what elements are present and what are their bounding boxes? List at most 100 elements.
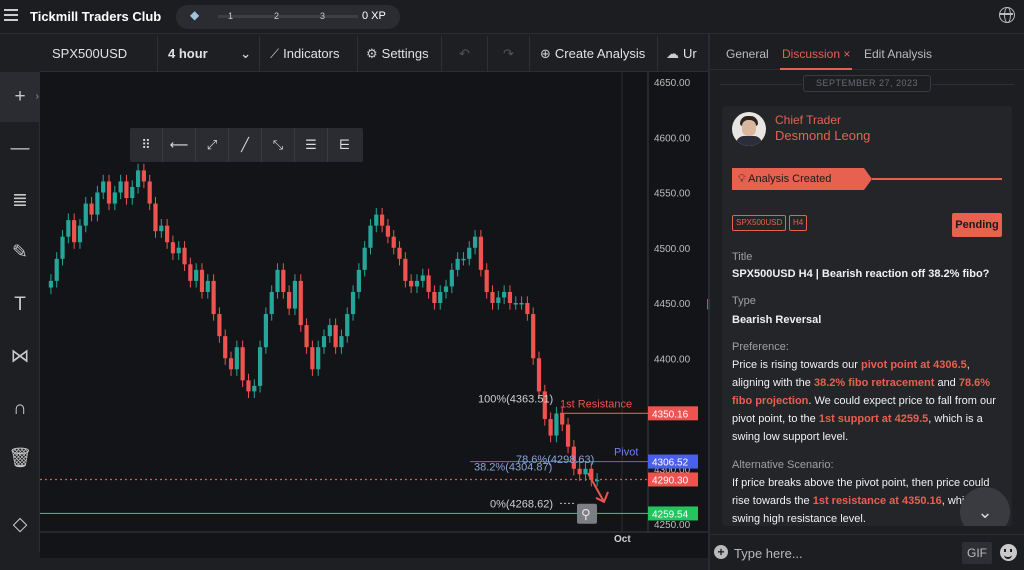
upload-label: Ur (683, 46, 697, 61)
candle-body (89, 203, 94, 215)
text-run: Price is rising towards our (732, 359, 861, 371)
create-analysis-button[interactable]: ⊕ Create Analysis (530, 36, 658, 72)
candle-body (211, 280, 216, 315)
level-price-label: 4306.52 (652, 458, 689, 469)
plus-circle-icon: ⊕ (540, 46, 551, 61)
analysis-title: SPX500USD H4 | Bearish reaction off 38.2… (732, 268, 990, 280)
crosshair-icon[interactable]: + › (0, 72, 40, 122)
candle-body (472, 236, 478, 248)
candle-body (217, 314, 222, 337)
y-tick-label: 4450.00 (654, 299, 691, 310)
gif-button[interactable]: GIF (962, 542, 992, 564)
candle-body (188, 264, 193, 281)
xp-track (218, 15, 358, 18)
tab-discussion[interactable]: Discussion × (782, 47, 850, 61)
candle-body (577, 468, 582, 475)
candle-body (83, 203, 88, 226)
candle-body (124, 181, 129, 199)
candle-body (106, 181, 112, 204)
gear-icon: ⚙ (366, 46, 378, 61)
drawing-tools-sidebar: + › — ≣ ✎ T ⋈ ∩ 🗑 ◇ (0, 72, 40, 552)
candle-body (118, 181, 123, 193)
brush-icon[interactable]: ✎ (0, 228, 40, 278)
candle-body (170, 242, 176, 254)
candle-body (414, 280, 420, 287)
upload-button[interactable]: ☁ Ur (658, 36, 708, 72)
chevron-right-icon: › (35, 91, 39, 102)
scroll-down-button[interactable]: ⌄ (960, 487, 1010, 526)
settings-button[interactable]: ⚙ Settings (358, 36, 442, 72)
candle-body (449, 269, 454, 287)
close-icon[interactable]: × (843, 47, 850, 61)
candle-body (432, 291, 437, 303)
candle-body (583, 468, 588, 475)
candle-body (77, 225, 83, 243)
level-2: 2 (274, 11, 280, 21)
chart-line-icon: ⟋ (270, 46, 280, 61)
candle-body (519, 303, 524, 305)
candle-body (176, 247, 181, 254)
chart-toolbar: SPX500USD 4 hour ⌄ ⟋ Indicators ⚙ Settings… (40, 36, 708, 72)
highlight-resistance: 1st resistance at 4350.16 (812, 495, 942, 507)
divider-line (720, 84, 802, 85)
candle-body (554, 413, 559, 436)
pattern-icon[interactable]: ⋈ (0, 332, 40, 382)
fib-levels-icon[interactable]: ≣ (0, 176, 40, 226)
candle-body (507, 291, 513, 303)
redo-button[interactable]: ↷ (488, 36, 530, 72)
y-tick-label: 4500.00 (654, 244, 691, 255)
type-label: Type (732, 295, 756, 307)
candle-body (292, 280, 298, 309)
undo-button[interactable]: ↶ (442, 36, 488, 72)
preference-label: Preference: (732, 341, 789, 353)
magnet-icon[interactable]: ∩ (0, 384, 40, 434)
y-tick-label: 4550.00 (654, 189, 691, 200)
avatar (732, 112, 766, 146)
timeframe-tag: H4 (789, 215, 808, 231)
projection-arrow (587, 472, 605, 503)
candle-body (101, 181, 106, 193)
candle-body (380, 214, 385, 226)
emoji-icon[interactable] (1000, 544, 1017, 561)
active-tab-indicator (780, 68, 852, 70)
candle-body (141, 170, 146, 182)
candle-body (153, 203, 158, 232)
trash-icon[interactable]: 🗑 (0, 434, 40, 484)
channel-icon[interactable]: ⋿ (328, 128, 361, 162)
message-composer: + GIF (710, 534, 1024, 570)
path-icon[interactable]: ⤡ (262, 128, 295, 162)
layers-icon[interactable]: ◇ (0, 500, 40, 550)
candle-body (531, 314, 536, 359)
globe-icon[interactable] (999, 7, 1015, 23)
upload-cloud-icon: ☁ (666, 46, 679, 61)
create-analysis-label: Create Analysis (554, 46, 646, 61)
candle-body (240, 347, 245, 381)
analysis-card: Chief Trader Desmond Leong 💡︎ Analysis C… (722, 106, 1012, 526)
menu-icon[interactable] (4, 9, 18, 23)
ray-icon[interactable]: ⟵ (163, 128, 196, 162)
drag-handle-icon[interactable]: ⠿ (130, 128, 163, 162)
line-icon[interactable]: ╱ (229, 128, 262, 162)
candle-body (281, 269, 286, 292)
indicators-button[interactable]: ⟋ Indicators (260, 36, 358, 72)
candle-body (490, 291, 495, 303)
message-input[interactable] (734, 543, 924, 563)
author-name[interactable]: Desmond Leong (775, 128, 870, 143)
symbol-selector[interactable]: SPX500USD (40, 36, 158, 72)
plus-icon[interactable]: + (714, 545, 728, 559)
analysis-created-flag: 💡︎ Analysis Created (732, 168, 872, 190)
tab-edit-analysis[interactable]: Edit Analysis (864, 47, 932, 61)
segment-icon[interactable]: ⤢ (196, 128, 229, 162)
chevron-down-icon: ⌄ (240, 46, 251, 61)
tab-general[interactable]: General (726, 47, 769, 61)
xp-label: 0 XP (362, 10, 386, 22)
level-3: 3 (320, 11, 326, 21)
candle-body (298, 280, 303, 326)
interval-selector[interactable]: 4 hour ⌄ (158, 36, 260, 72)
candle-body (391, 236, 396, 248)
candle-body (304, 325, 309, 348)
fib-icon[interactable]: ☰ (295, 128, 328, 162)
y-tick-label: 4400.00 (654, 354, 691, 365)
horizontal-line-icon[interactable]: — (0, 124, 40, 174)
text-icon[interactable]: T (0, 280, 40, 330)
